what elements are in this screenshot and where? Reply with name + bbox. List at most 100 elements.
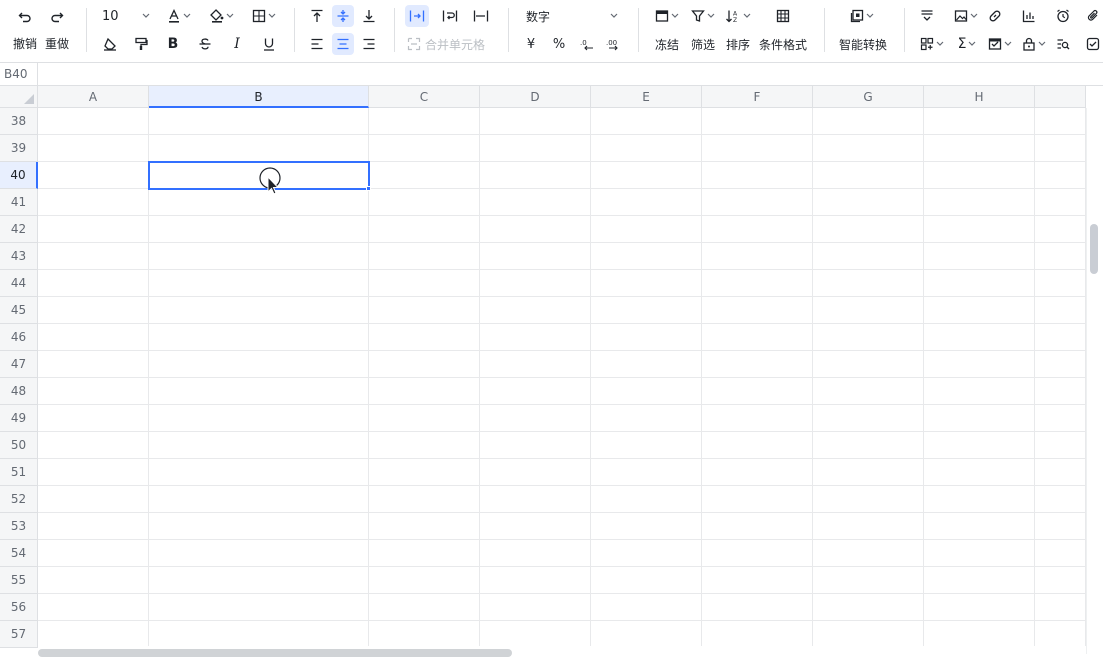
cell[interactable] — [813, 324, 924, 351]
row-header-39[interactable]: 39 — [0, 135, 38, 162]
cell[interactable] — [591, 486, 702, 513]
cell[interactable] — [591, 513, 702, 540]
cell[interactable] — [38, 243, 149, 270]
cell[interactable] — [369, 378, 480, 405]
cell[interactable] — [702, 162, 813, 189]
cell[interactable] — [702, 459, 813, 486]
cell[interactable] — [1035, 405, 1086, 432]
cell[interactable] — [480, 243, 591, 270]
smart-convert-dropdown[interactable] — [846, 5, 878, 27]
cell[interactable] — [702, 216, 813, 243]
cell[interactable] — [591, 270, 702, 297]
row-header-53[interactable]: 53 — [0, 513, 38, 540]
cell[interactable] — [149, 297, 369, 324]
underline-icon[interactable] — [258, 33, 280, 55]
cell[interactable] — [1035, 540, 1086, 567]
insert-image-dropdown[interactable] — [950, 5, 982, 27]
cell[interactable] — [813, 378, 924, 405]
cell[interactable] — [149, 270, 369, 297]
cell[interactable] — [813, 243, 924, 270]
cell[interactable] — [1035, 486, 1086, 513]
row-header-55[interactable]: 55 — [0, 567, 38, 594]
cell[interactable] — [38, 459, 149, 486]
cell[interactable] — [813, 162, 924, 189]
cell[interactable] — [369, 459, 480, 486]
cell[interactable] — [38, 594, 149, 621]
currency-button[interactable]: ¥ — [520, 33, 542, 55]
cell[interactable] — [149, 378, 369, 405]
cell[interactable] — [702, 135, 813, 162]
horizontal-scroll-thumb[interactable] — [38, 649, 512, 657]
cell[interactable] — [149, 324, 369, 351]
clear-format-icon[interactable] — [99, 33, 121, 55]
merge-cells-button[interactable]: 合并单元格 — [407, 33, 495, 55]
row-header-56[interactable]: 56 — [0, 594, 38, 621]
cell[interactable] — [369, 351, 480, 378]
filter-dropdown[interactable] — [688, 5, 718, 27]
fill-handle[interactable] — [366, 186, 371, 191]
cell[interactable] — [591, 459, 702, 486]
cell[interactable] — [813, 297, 924, 324]
cell[interactable] — [369, 189, 480, 216]
cell[interactable] — [149, 351, 369, 378]
horizontal-scrollbar[interactable] — [38, 646, 1086, 662]
cell[interactable] — [1035, 351, 1086, 378]
cell[interactable] — [149, 486, 369, 513]
cell[interactable] — [480, 108, 591, 135]
cell[interactable] — [924, 216, 1035, 243]
cell[interactable] — [480, 567, 591, 594]
sort-button[interactable]: 排序 — [722, 33, 754, 55]
align-bottom-icon[interactable] — [358, 5, 380, 27]
cell[interactable] — [480, 513, 591, 540]
cell[interactable] — [1035, 594, 1086, 621]
cell[interactable] — [702, 324, 813, 351]
cell[interactable] — [591, 567, 702, 594]
select-all-corner[interactable] — [0, 86, 38, 108]
column-header-g[interactable]: G — [813, 86, 924, 108]
column-header-overflow[interactable] — [1035, 86, 1086, 108]
cell[interactable] — [38, 189, 149, 216]
cell[interactable] — [480, 378, 591, 405]
cell[interactable] — [369, 540, 480, 567]
row-header-48[interactable]: 48 — [0, 378, 38, 405]
cell[interactable] — [1035, 621, 1086, 648]
column-header-e[interactable]: E — [591, 86, 702, 108]
filter-button[interactable]: 筛选 — [688, 33, 718, 55]
cell[interactable] — [924, 621, 1035, 648]
cell[interactable] — [591, 621, 702, 648]
row-header-40[interactable]: 40 — [0, 162, 38, 189]
row-header-42[interactable]: 42 — [0, 216, 38, 243]
cell[interactable] — [591, 243, 702, 270]
cell[interactable] — [480, 351, 591, 378]
cell[interactable] — [591, 189, 702, 216]
cell[interactable] — [369, 405, 480, 432]
cell[interactable] — [480, 486, 591, 513]
cell[interactable] — [924, 324, 1035, 351]
row-header-43[interactable]: 43 — [0, 243, 38, 270]
row-header-44[interactable]: 44 — [0, 270, 38, 297]
row-header-50[interactable]: 50 — [0, 432, 38, 459]
bold-icon[interactable]: B — [162, 33, 184, 55]
italic-icon[interactable]: I — [226, 33, 248, 55]
cell[interactable] — [480, 324, 591, 351]
cell[interactable] — [1035, 270, 1086, 297]
cell[interactable] — [702, 270, 813, 297]
attachment-icon[interactable] — [1084, 5, 1102, 27]
cell[interactable] — [924, 351, 1035, 378]
cell[interactable] — [924, 513, 1035, 540]
cell[interactable] — [369, 513, 480, 540]
pivot-dropdown[interactable] — [916, 33, 948, 55]
sort-dropdown[interactable]: AZ — [722, 5, 754, 27]
cell[interactable] — [480, 540, 591, 567]
cell[interactable] — [480, 189, 591, 216]
cell[interactable] — [1035, 324, 1086, 351]
cell[interactable] — [369, 486, 480, 513]
column-header-a[interactable]: A — [38, 86, 149, 108]
cell[interactable] — [924, 378, 1035, 405]
cell[interactable] — [149, 594, 369, 621]
cell[interactable] — [38, 567, 149, 594]
cell[interactable] — [924, 486, 1035, 513]
cell[interactable] — [149, 405, 369, 432]
cell[interactable] — [924, 594, 1035, 621]
cell[interactable] — [149, 513, 369, 540]
